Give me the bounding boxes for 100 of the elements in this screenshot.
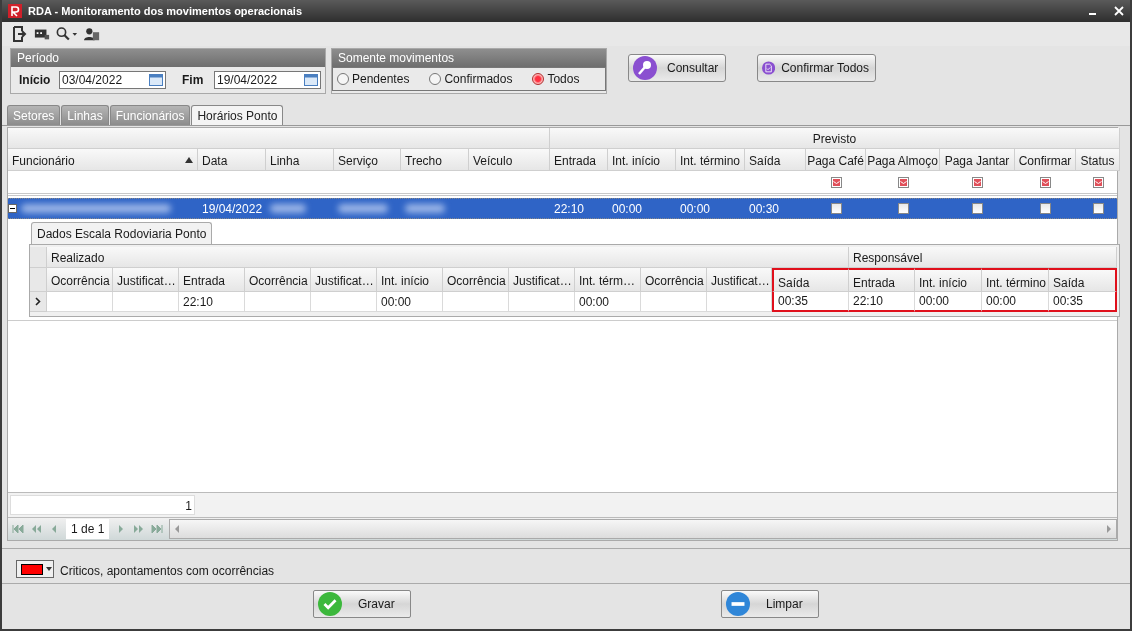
calendar-icon[interactable] — [149, 74, 163, 86]
last-page-icon[interactable] — [151, 525, 164, 533]
column-header[interactable]: Ocorrência — [47, 268, 113, 292]
column-header[interactable]: Data — [198, 149, 266, 171]
radio-label[interactable]: Confirmados — [444, 72, 513, 86]
blurred-text — [338, 204, 388, 213]
exit-icon[interactable] — [12, 26, 28, 42]
column-header[interactable]: Int. início — [377, 268, 443, 292]
end-label: Fim — [181, 73, 205, 87]
checkbox[interactable] — [897, 203, 909, 214]
table-cell: 22:10 — [554, 201, 585, 216]
collapse-icon[interactable] — [8, 204, 17, 213]
radio-button[interactable] — [337, 73, 349, 85]
user-icon[interactable] — [84, 26, 100, 42]
table-cell: 22:10 — [179, 292, 245, 312]
column-header[interactable]: Entrada — [179, 268, 245, 292]
column-header[interactable]: Ocorrência — [641, 268, 707, 292]
consult-button[interactable]: Consultar — [628, 54, 726, 82]
column-header[interactable]: Paga Café — [806, 149, 866, 171]
column-header[interactable]: Ocorrência — [443, 268, 509, 292]
column-header[interactable]: Int. térm… — [575, 268, 641, 292]
column-header[interactable]: Saída — [1049, 268, 1117, 292]
horizontal-scrollbar[interactable] — [169, 519, 1117, 539]
end-date-field[interactable]: 19/04/2022 — [214, 71, 321, 89]
filter-checkbox-icon[interactable] — [897, 176, 909, 188]
minus-icon — [726, 592, 750, 616]
column-header[interactable]: Entrada — [849, 268, 915, 292]
table-cell: 00:00 — [982, 292, 1049, 312]
blurred-text — [405, 204, 445, 213]
close-icon[interactable] — [1114, 6, 1124, 16]
check-icon — [318, 592, 342, 616]
column-header[interactable]: Veículo — [469, 149, 550, 171]
table-cell: 00:30 — [749, 201, 780, 216]
column-header[interactable]: Linha — [266, 149, 334, 171]
radio-button[interactable] — [429, 73, 442, 85]
column-header[interactable]: Justificat… — [707, 268, 772, 292]
save-button[interactable]: Gravar — [313, 590, 411, 618]
radio-label[interactable]: Pendentes — [352, 72, 410, 86]
sort-ascending-icon — [185, 157, 193, 163]
key-icon — [633, 56, 657, 80]
start-label: Início — [18, 73, 52, 87]
column-header[interactable]: Saída — [745, 149, 806, 171]
filter-checkbox-icon[interactable] — [1040, 176, 1051, 188]
blurred-text — [270, 204, 306, 213]
column-header[interactable]: Int. início — [608, 149, 676, 171]
filter-checkbox-icon[interactable] — [830, 176, 842, 188]
column-header[interactable]: Funcionário — [8, 149, 198, 171]
table-cell: 00:35 — [772, 292, 849, 312]
current-row-icon — [35, 297, 41, 306]
column-header[interactable]: Justificat… — [311, 268, 377, 292]
filter-checkbox-icon[interactable] — [1092, 176, 1104, 188]
table-cell: 19/04/2022 — [202, 201, 263, 216]
column-header[interactable]: Confirmar — [1015, 149, 1076, 171]
table-cell — [245, 292, 311, 312]
table-row[interactable]: 19/04/2022 22:10 00:00 00:00 00:30 — [8, 198, 1117, 219]
radio-label[interactable]: Todos — [547, 72, 580, 86]
filter-title: Somente movimentos — [332, 49, 606, 67]
column-header[interactable]: Serviço — [334, 149, 401, 171]
row-count: 1 — [10, 495, 195, 515]
detail-tab[interactable]: Dados Escala Rodoviaria Ponto — [31, 222, 213, 244]
tab[interactable]: Horários Ponto — [191, 105, 284, 125]
column-header[interactable]: Paga Jantar — [940, 149, 1015, 171]
color-picker[interactable] — [16, 560, 54, 578]
column-header[interactable]: Int. término — [676, 149, 745, 171]
checkbox[interactable] — [1040, 203, 1051, 214]
table-cell — [113, 292, 179, 312]
radio-button[interactable] — [532, 73, 545, 85]
table-cell: 00:00 — [377, 292, 443, 312]
column-header[interactable]: Int. início — [915, 268, 982, 292]
filter-checkbox-icon[interactable] — [972, 176, 983, 188]
period-title: Período — [11, 49, 325, 67]
table-cell — [707, 292, 772, 312]
column-header[interactable]: Status — [1076, 149, 1120, 171]
column-group-header: Previsto — [550, 128, 1120, 149]
column-header[interactable]: Ocorrência — [245, 268, 311, 292]
calendar-icon[interactable] — [304, 74, 318, 86]
search-dropdown-icon[interactable] — [56, 26, 78, 42]
checkbox[interactable] — [972, 203, 983, 214]
page-indicator: 1 de 1 — [66, 519, 110, 539]
column-header[interactable]: Justificat… — [113, 268, 179, 292]
previous-page-icon[interactable] — [30, 525, 42, 533]
column-header[interactable]: Paga Almoço — [866, 149, 940, 171]
column-header[interactable]: Entrada — [550, 149, 608, 171]
column-header[interactable]: Saída — [772, 268, 849, 292]
start-date-field[interactable]: 03/04/2022 — [59, 71, 166, 89]
column-group-header: Responsável — [849, 247, 1117, 268]
table-cell — [641, 292, 707, 312]
column-header[interactable]: Trecho — [401, 149, 469, 171]
confirm-all-button[interactable]: Confirmar Todos — [757, 54, 876, 82]
checkbox[interactable] — [830, 203, 842, 214]
clear-button[interactable]: Limpar — [721, 590, 819, 618]
next-page-icon[interactable] — [133, 525, 146, 533]
first-page-icon[interactable] — [12, 525, 24, 533]
checkbox[interactable] — [1092, 203, 1104, 214]
column-header[interactable]: Int. término — [982, 268, 1049, 292]
table-cell: 00:00 — [915, 292, 982, 312]
table-cell — [443, 292, 509, 312]
window-title: RDA - Monitoramento dos movimentos operacionais — [28, 5, 302, 17]
app-logo-icon — [8, 4, 22, 18]
column-header[interactable]: Justificat… — [509, 268, 575, 292]
